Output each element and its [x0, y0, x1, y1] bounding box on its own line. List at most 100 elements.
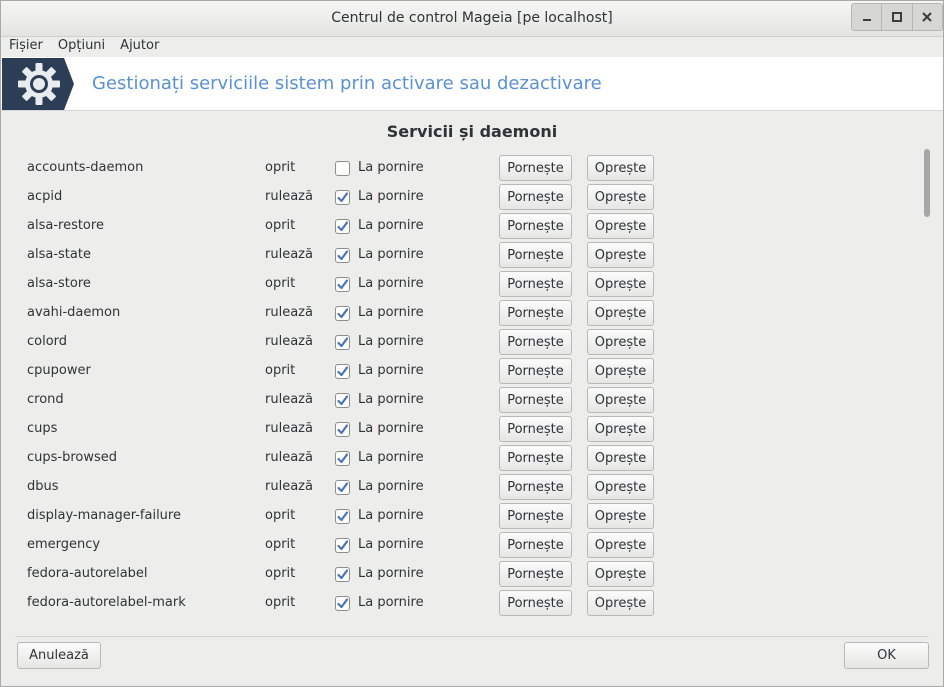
- maximize-button[interactable]: [882, 4, 913, 30]
- close-button[interactable]: [913, 4, 942, 30]
- start-service-button[interactable]: Pornește: [499, 184, 572, 210]
- on-boot-checkbox[interactable]: [335, 306, 350, 321]
- service-row: dbus rulează La pornire Pornește Oprește: [1, 472, 901, 501]
- on-boot-checkbox[interactable]: [335, 422, 350, 437]
- checkmark-icon: [337, 569, 349, 580]
- stop-service-button[interactable]: Oprește: [587, 416, 654, 442]
- service-name: colord: [27, 334, 68, 349]
- on-boot-checkbox[interactable]: [335, 190, 350, 205]
- banner-title: Gestionați serviciile sistem prin activa…: [92, 73, 602, 94]
- stop-service-button[interactable]: Oprește: [587, 561, 654, 587]
- stop-service-button[interactable]: Oprește: [587, 184, 654, 210]
- logo: [2, 58, 82, 110]
- stop-service-button[interactable]: Oprește: [587, 300, 654, 326]
- on-boot-label[interactable]: La pornire: [358, 421, 424, 436]
- on-boot-label[interactable]: La pornire: [358, 218, 424, 233]
- on-boot-checkbox[interactable]: [335, 393, 350, 408]
- on-boot-checkbox[interactable]: [335, 248, 350, 263]
- stop-service-button[interactable]: Oprește: [587, 590, 654, 616]
- start-service-button[interactable]: Pornește: [499, 358, 572, 384]
- start-service-button[interactable]: Pornește: [499, 445, 572, 471]
- service-state: rulează: [265, 334, 313, 349]
- on-boot-label[interactable]: La pornire: [358, 363, 424, 378]
- stop-service-button[interactable]: Oprește: [587, 155, 654, 181]
- checkmark-icon: [337, 337, 349, 348]
- service-state: rulează: [265, 305, 313, 320]
- start-service-button[interactable]: Pornește: [499, 300, 572, 326]
- minimize-button[interactable]: [852, 4, 883, 30]
- on-boot-checkbox[interactable]: [335, 596, 350, 611]
- service-state: rulează: [265, 189, 313, 204]
- ok-button[interactable]: OK: [844, 642, 929, 669]
- on-boot-label[interactable]: La pornire: [358, 276, 424, 291]
- service-name: emergency: [27, 537, 101, 552]
- stop-service-button[interactable]: Oprește: [587, 271, 654, 297]
- on-boot-checkbox[interactable]: [335, 335, 350, 350]
- stop-service-button[interactable]: Oprește: [587, 503, 654, 529]
- stop-service-button[interactable]: Oprește: [587, 474, 654, 500]
- checkmark-icon: [337, 308, 349, 319]
- on-boot-checkbox[interactable]: [335, 277, 350, 292]
- vertical-scrollbar[interactable]: [921, 146, 933, 618]
- start-service-button[interactable]: Pornește: [499, 503, 572, 529]
- service-name: crond: [27, 392, 64, 407]
- scrollbar-thumb[interactable]: [924, 149, 930, 217]
- stop-service-button[interactable]: Oprește: [587, 213, 654, 239]
- start-service-button[interactable]: Pornește: [499, 532, 572, 558]
- on-boot-checkbox[interactable]: [335, 161, 350, 176]
- menu-file[interactable]: Fișier: [9, 37, 43, 57]
- service-row: avahi-daemon rulează La pornire Pornește Opr…: [1, 298, 901, 327]
- service-state: oprit: [265, 160, 296, 175]
- on-boot-label[interactable]: La pornire: [358, 160, 424, 175]
- start-service-button[interactable]: Pornește: [499, 329, 572, 355]
- start-service-button[interactable]: Pornește: [499, 387, 572, 413]
- service-name: acpid: [27, 189, 63, 204]
- on-boot-checkbox[interactable]: [335, 480, 350, 495]
- on-boot-checkbox[interactable]: [335, 219, 350, 234]
- start-service-button[interactable]: Pornește: [499, 155, 572, 181]
- checkmark-icon: [337, 453, 349, 464]
- on-boot-label[interactable]: La pornire: [358, 334, 424, 349]
- on-boot-label[interactable]: La pornire: [358, 479, 424, 494]
- footer-divider: [15, 636, 929, 637]
- stop-service-button[interactable]: Oprește: [587, 358, 654, 384]
- start-service-button[interactable]: Pornește: [499, 271, 572, 297]
- on-boot-label[interactable]: La pornire: [358, 566, 424, 581]
- on-boot-label[interactable]: La pornire: [358, 392, 424, 407]
- on-boot-label[interactable]: La pornire: [358, 247, 424, 262]
- maximize-icon: [891, 12, 902, 22]
- on-boot-label[interactable]: La pornire: [358, 595, 424, 610]
- on-boot-checkbox[interactable]: [335, 538, 350, 553]
- service-name: alsa-store: [27, 276, 91, 291]
- service-list[interactable]: accounts-daemon oprit La pornire Pornește Op…: [1, 153, 921, 617]
- on-boot-label[interactable]: La pornire: [358, 305, 424, 320]
- start-service-button[interactable]: Pornește: [499, 590, 572, 616]
- service-state: oprit: [265, 363, 296, 378]
- stop-service-button[interactable]: Oprește: [587, 242, 654, 268]
- start-service-button[interactable]: Pornește: [499, 242, 572, 268]
- cancel-button[interactable]: Anulează: [17, 642, 101, 669]
- title-bar[interactable]: Centrul de control Mageia [pe localhost]: [1, 1, 943, 37]
- start-service-button[interactable]: Pornește: [499, 474, 572, 500]
- start-service-button[interactable]: Pornește: [499, 561, 572, 587]
- menu-help[interactable]: Ajutor: [120, 37, 159, 57]
- start-service-button[interactable]: Pornește: [499, 213, 572, 239]
- section-title: Servicii și daemoni: [386, 122, 558, 141]
- on-boot-label[interactable]: La pornire: [358, 508, 424, 523]
- menu-options[interactable]: Opțiuni: [58, 37, 105, 57]
- stop-service-button[interactable]: Oprește: [587, 532, 654, 558]
- on-boot-checkbox[interactable]: [335, 509, 350, 524]
- service-state: oprit: [265, 276, 296, 291]
- on-boot-checkbox[interactable]: [335, 364, 350, 379]
- on-boot-checkbox[interactable]: [335, 451, 350, 466]
- on-boot-label[interactable]: La pornire: [358, 189, 424, 204]
- service-state: oprit: [265, 566, 296, 581]
- stop-service-button[interactable]: Oprește: [587, 445, 654, 471]
- stop-service-button[interactable]: Oprește: [587, 387, 654, 413]
- service-row: accounts-daemon oprit La pornire Pornește Op…: [1, 153, 901, 182]
- on-boot-label[interactable]: La pornire: [358, 537, 424, 552]
- stop-service-button[interactable]: Oprește: [587, 329, 654, 355]
- on-boot-label[interactable]: La pornire: [358, 450, 424, 465]
- start-service-button[interactable]: Pornește: [499, 416, 572, 442]
- on-boot-checkbox[interactable]: [335, 567, 350, 582]
